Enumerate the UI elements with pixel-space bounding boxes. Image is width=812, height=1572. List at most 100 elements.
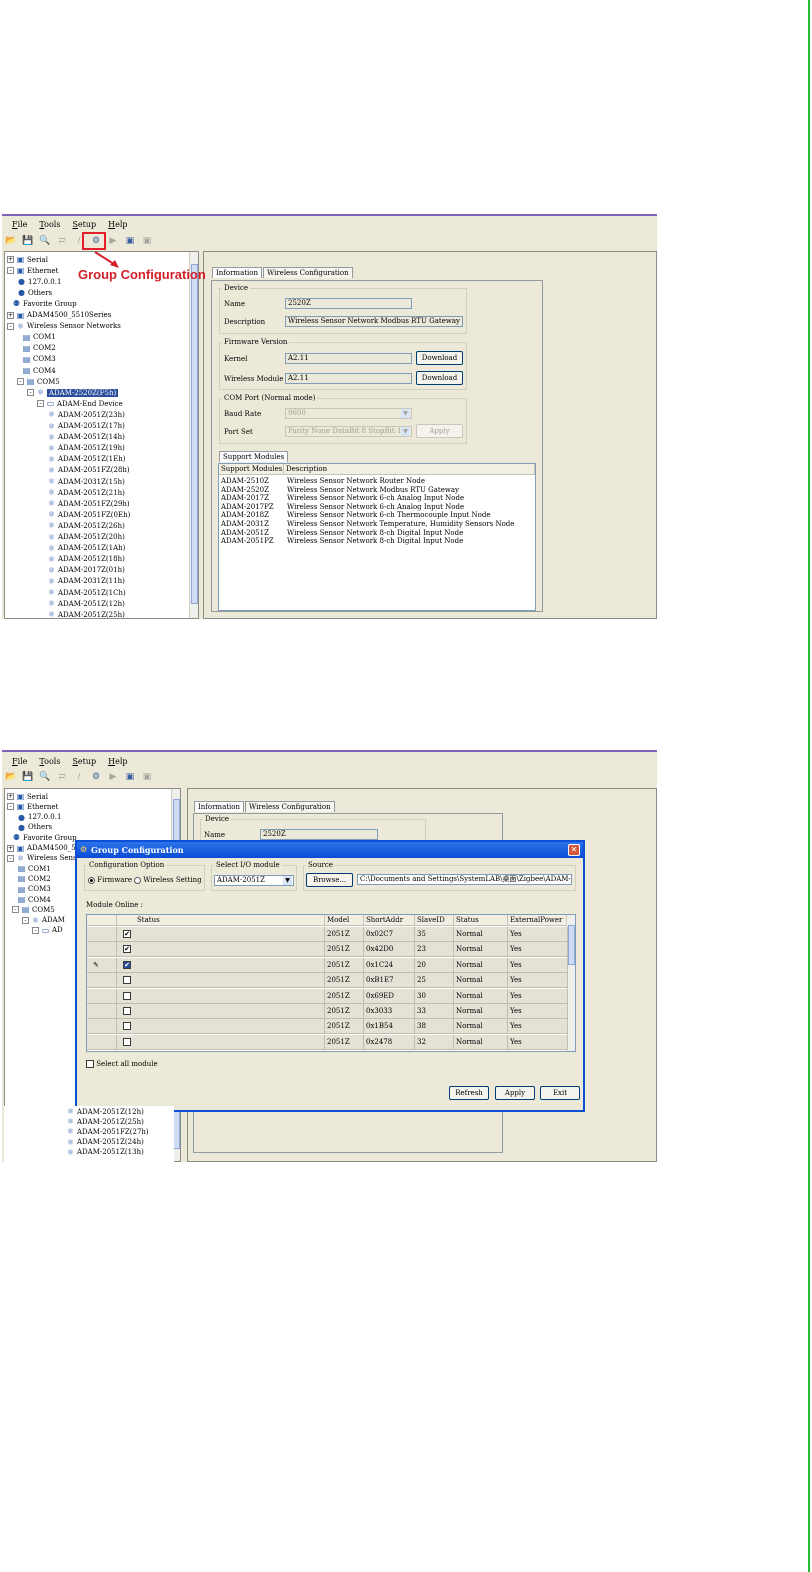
menu-help[interactable]: Help	[108, 757, 127, 766]
collapse-icon[interactable]: -	[22, 916, 29, 924]
tree-item[interactable]: ⚛ ADAM-2051Z(14h)	[47, 432, 125, 443]
tree-item[interactable]: ⚛ ADAM-2051Z(12h)	[47, 598, 125, 609]
row-checkbox[interactable]	[123, 976, 131, 985]
row-checkbox[interactable]	[123, 1022, 131, 1031]
collapse-icon[interactable]: -	[7, 267, 14, 275]
terminal-icon[interactable]: ▣	[140, 234, 154, 248]
tree-item[interactable]: ⚛ ADAM-2051Z(1Eh)	[47, 454, 126, 465]
tree-item[interactable]: ● Others	[17, 287, 52, 298]
tab-information[interactable]: Information	[194, 801, 245, 812]
table-row[interactable]: 2051Z 0xB1E7 25 Normal Yes	[87, 973, 568, 989]
tree-item[interactable]: - ▣ Ethernet	[7, 265, 58, 276]
tab-wireless-configuration[interactable]: Wireless Configuration	[245, 801, 335, 812]
select-all-checkbox[interactable]: Select all module	[86, 1060, 158, 1068]
tab-information[interactable]: Information	[212, 267, 263, 278]
exit-button[interactable]: Exit	[540, 1086, 580, 1100]
tree-item[interactable]: ⚛ ADAM-2031Z(15h)	[47, 476, 125, 487]
collapse-icon[interactable]: -	[32, 926, 39, 934]
browse-button[interactable]: Browse...	[306, 873, 353, 887]
expand-icon[interactable]: +	[7, 311, 14, 319]
source-path-field[interactable]: C:\Documents and Settings\SystemLAB\桌面\Z…	[357, 874, 572, 885]
tree-item[interactable]: + ▣ ADAM4500_5510Series	[7, 310, 111, 321]
row-checkbox[interactable]	[123, 991, 131, 1000]
tree-item[interactable]: ⚛ ADAM-2051Z(21h)	[47, 487, 125, 498]
tree-item[interactable]: ⚛ ADAM-2051FZ(28h)	[47, 465, 130, 476]
wireless-module-field[interactable]: A2.11	[285, 373, 412, 384]
download-kernel-button[interactable]: Download	[416, 351, 463, 365]
table-row[interactable]: ✔ 2051Z 0x42D0 23 Normal Yes	[87, 942, 568, 958]
menu-help[interactable]: Help	[108, 220, 127, 229]
tree-item[interactable]: ⚛ ADAM-2017Z(01h)	[47, 565, 125, 576]
tree-item[interactable]: ⚛ ADAM-2051Z(19h)	[47, 443, 125, 454]
firmware-radio[interactable]: Firmware	[88, 876, 132, 884]
menu-tools[interactable]: Tools	[39, 757, 60, 766]
tree-item[interactable]: - ▤ COM5	[17, 376, 60, 387]
table-row[interactable]: 2051Z 0x3033 33 Normal Yes	[87, 1004, 568, 1019]
collapse-icon[interactable]: -	[37, 400, 44, 408]
table-row[interactable]: 2051Z 0x1B54 38 Normal Yes	[87, 1019, 568, 1035]
connect-icon[interactable]: ⇄	[55, 770, 69, 784]
collapse-icon[interactable]: -	[7, 322, 14, 330]
kernel-field[interactable]: A2.11	[285, 353, 412, 364]
save-icon[interactable]: 💾	[21, 770, 35, 784]
menu-file[interactable]: File	[12, 220, 27, 229]
row-checkbox[interactable]	[123, 1007, 131, 1015]
tree-item[interactable]: ⚛ ADAM-2051FZ(0Eh)	[47, 509, 130, 520]
connect-icon[interactable]: ⇄	[55, 234, 69, 248]
save-icon[interactable]: 💾	[21, 234, 35, 248]
row-checkbox[interactable]: ✔	[123, 930, 131, 938]
tree-item[interactable]: + ▣ Serial	[7, 254, 48, 265]
play-icon[interactable]: ▶	[106, 770, 120, 784]
expand-icon[interactable]: +	[7, 793, 14, 800]
tree-item[interactable]: ▤ COM3	[22, 354, 56, 365]
tree-item[interactable]: - ⚛ Wireless Sensor Networks	[7, 321, 121, 332]
tree-item[interactable]: ▤ COM4	[22, 365, 56, 376]
search-icon[interactable]: 🔍	[38, 770, 52, 784]
row-checkbox[interactable]	[123, 1037, 131, 1046]
tree-item[interactable]: ⚛ ADAM-2051Z(26h)	[47, 520, 125, 531]
terminal-icon[interactable]: ▣	[140, 770, 154, 784]
name-field[interactable]: 2520Z	[260, 829, 378, 840]
close-icon[interactable]: ✕	[568, 844, 580, 856]
tree-item[interactable]: ⚛ ADAM-2051FZ(29h)	[47, 498, 130, 509]
port-set-select[interactable]: Parity None DataBit 8 StopBit 1 ▼	[285, 426, 412, 437]
table-row[interactable]: ✔ 2051Z 0x02C7 35 Normal Yes	[87, 927, 568, 942]
wireless-setting-radio[interactable]: Wireless Setting	[134, 876, 202, 884]
collapse-icon[interactable]: -	[7, 854, 14, 862]
tree-item[interactable]: ▤ COM1	[22, 332, 56, 343]
open-icon[interactable]: 📂	[4, 234, 18, 248]
baud-rate-select[interactable]: 9600 ▼	[285, 408, 412, 419]
tree-item[interactable]: ▤ COM2	[22, 343, 56, 354]
camera-icon[interactable]: ▣	[123, 770, 137, 784]
tree-item[interactable]: - ⚛ ADAM-2520Z(F5h)	[27, 387, 119, 398]
tree-item[interactable]: ● 127.0.0.1	[17, 276, 61, 287]
expand-icon[interactable]: +	[7, 844, 14, 852]
table-row[interactable]: ✎ ✔ 2051Z 0x1C24 20 Normal Yes	[87, 957, 568, 973]
tree-item[interactable]: ⚛ ADAM-2051Z(23h)	[47, 409, 125, 420]
tab-wireless-configuration[interactable]: Wireless Configuration	[263, 267, 353, 278]
expand-icon[interactable]: +	[7, 256, 14, 263]
tree-item[interactable]: ⚛ ADAM-2051Z(1Ch)	[47, 587, 126, 598]
device-tree[interactable]: + ▣ Serial - ▣ Ethernet ● 127.0.0.1 ● Others ⚉ Favo…	[4, 251, 199, 619]
table-row[interactable]: 2051Z 0x69ED 30 Normal Yes	[87, 988, 568, 1004]
open-icon[interactable]: 📂	[4, 770, 18, 784]
tree-item[interactable]: ⚛ ADAM-2051Z(20h)	[47, 532, 125, 543]
menu-tools[interactable]: Tools	[39, 220, 60, 229]
collapse-icon[interactable]: -	[7, 803, 14, 811]
menu-setup[interactable]: Setup	[72, 757, 96, 766]
tree-item[interactable]: ⚛ ADAM-2051Z(25h)	[47, 609, 125, 618]
apply-button[interactable]: Apply	[495, 1086, 535, 1100]
menu-file[interactable]: File	[12, 757, 27, 766]
row-checkbox[interactable]: ✔	[123, 960, 131, 969]
collapse-icon[interactable]: -	[12, 906, 19, 914]
tree-item[interactable]: ⚛ ADAM-2051Z(1Ah)	[47, 543, 126, 554]
table-row[interactable]: 2051Z 0x2478 32 Normal Yes	[87, 1034, 568, 1050]
tree-item[interactable]: ⚛ ADAM-2051Z(13h)	[66, 1147, 144, 1158]
tree-item[interactable]: ⚛ ADAM-2051Z(18h)	[47, 554, 125, 565]
collapse-icon[interactable]: -	[27, 389, 34, 397]
refresh-button[interactable]: Refresh	[449, 1086, 489, 1100]
description-field[interactable]: Wireless Sensor Network Modbus RTU Gatew…	[285, 316, 463, 327]
tree-item[interactable]: ⚛ ADAM-2031Z(11h)	[47, 576, 125, 587]
tree-item[interactable]: - ▭ AD	[32, 925, 63, 936]
tree-item[interactable]: ⚛ ADAM-2051Z(17h)	[47, 421, 125, 432]
